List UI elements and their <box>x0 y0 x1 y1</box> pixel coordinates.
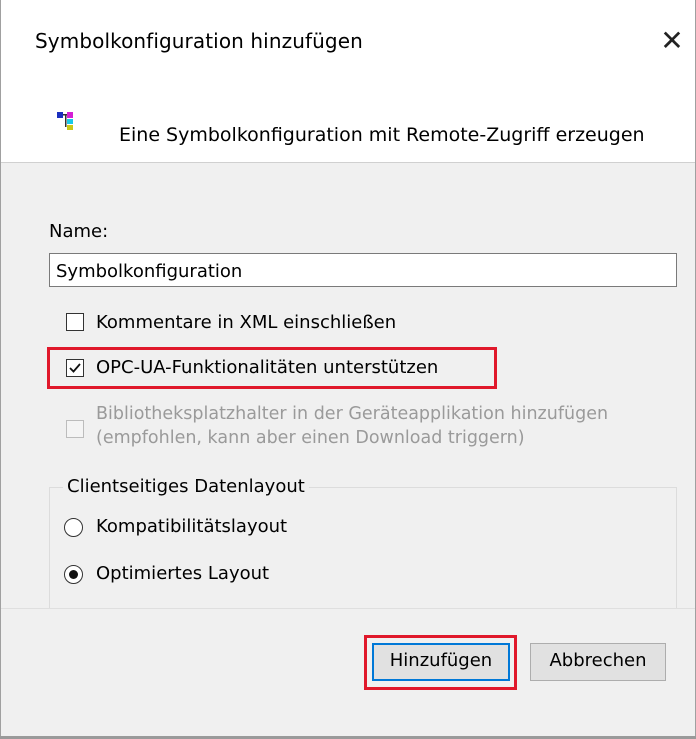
opcua-checkbox[interactable] <box>66 359 84 377</box>
symbol-configuration-icon <box>57 112 75 130</box>
library-placeholder-checkbox <box>66 420 84 438</box>
library-placeholder-label-line1: Bibliotheksplatzhalter in der Geräteappl… <box>96 404 609 424</box>
compat-layout-label[interactable]: Kompatibilitätslayout <box>96 516 287 537</box>
name-label: Name: <box>49 221 109 242</box>
comments-xml-checkbox[interactable] <box>66 313 84 331</box>
footer-divider <box>1 608 695 609</box>
close-icon[interactable]: ✕ <box>651 20 693 62</box>
optimized-layout-radio[interactable] <box>64 565 83 584</box>
add-button[interactable]: Hinzufügen <box>372 643 510 681</box>
library-placeholder-label-line2: (empfohlen, kann aber einen Download tri… <box>96 428 525 448</box>
optimized-layout-label[interactable]: Optimiertes Layout <box>96 563 269 584</box>
dialog-title: Symbolkonfiguration hinzufügen <box>35 29 363 53</box>
compat-layout-radio[interactable] <box>64 518 83 537</box>
checkmark-icon <box>69 363 81 373</box>
dialog-description: Eine Symbolkonfiguration mit Remote-Zugr… <box>119 124 645 146</box>
dialog-window: Symbolkonfiguration hinzufügen ✕ Eine Sy… <box>0 0 696 739</box>
radio-selected-dot <box>68 569 78 579</box>
opcua-label[interactable]: OPC-UA-Funktionalitäten unterstützen <box>96 357 438 378</box>
client-data-layout-title: Clientseitiges Datenlayout <box>63 476 309 497</box>
name-input[interactable]: Symbolkonfiguration <box>49 253 677 287</box>
cancel-button[interactable]: Abbrechen <box>530 643 666 681</box>
comments-xml-label[interactable]: Kommentare in XML einschließen <box>96 312 396 333</box>
